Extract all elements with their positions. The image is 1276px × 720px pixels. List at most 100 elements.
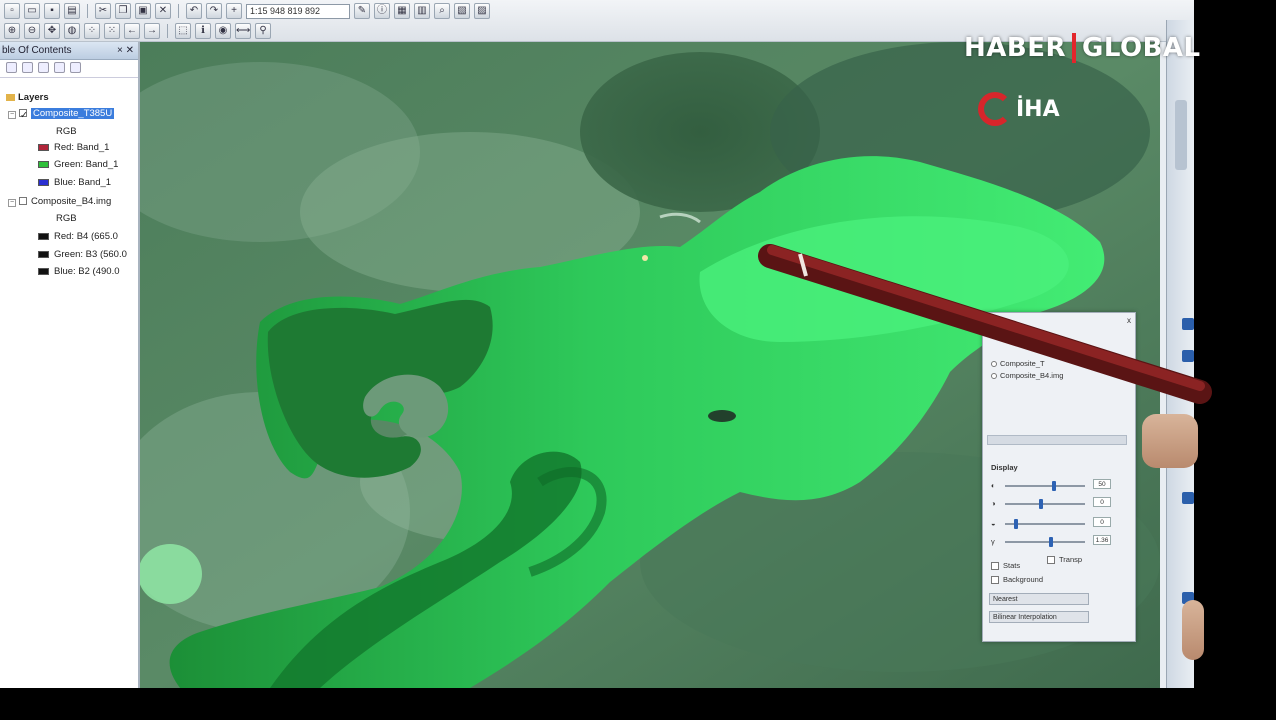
zoom-out-icon[interactable]: ⊖: [24, 23, 40, 39]
layer-visibility-checkbox[interactable]: [19, 197, 27, 206]
delete-icon[interactable]: ✕: [155, 3, 171, 19]
blue-swatch: [38, 267, 49, 275]
haber-global-logo: HABER GLOBAL: [964, 33, 1201, 63]
slider-value[interactable]: 50: [1093, 479, 1111, 489]
paste-icon[interactable]: ▣: [135, 3, 151, 19]
identify-icon[interactable]: ⓘ: [374, 3, 390, 19]
side-tool-icon[interactable]: [1182, 350, 1194, 362]
globe-icon[interactable]: ◉: [215, 23, 231, 39]
list-by-visibility-icon[interactable]: [38, 62, 49, 73]
info-icon[interactable]: ℹ: [195, 23, 211, 39]
close-icon[interactable]: x: [1127, 316, 1131, 325]
list-by-drawing-order-icon[interactable]: [6, 62, 17, 73]
contrast-slider[interactable]: [1005, 481, 1085, 491]
new-icon[interactable]: ▫: [4, 3, 20, 19]
dialog-layer-option[interactable]: Composite_B4.img: [991, 371, 1063, 380]
toolbar-divider: [178, 4, 179, 18]
dialog-layer-option[interactable]: Composite_T: [991, 359, 1045, 368]
brightness-slider[interactable]: [1005, 499, 1085, 509]
blue-swatch: [38, 178, 49, 186]
presenter-finger: [1182, 600, 1204, 660]
forward-extent-icon[interactable]: →: [144, 23, 160, 39]
interpolation-dropdown[interactable]: Bilinear Interpolation: [989, 611, 1089, 623]
measure-icon[interactable]: ⟷: [235, 23, 251, 39]
catalog-icon[interactable]: ▥: [414, 3, 430, 19]
slider-knob[interactable]: [1014, 519, 1019, 529]
layer-render-mode: RGB: [56, 126, 77, 137]
checkbox[interactable]: [991, 576, 999, 585]
undo-icon[interactable]: ↶: [186, 3, 202, 19]
transparency-slider[interactable]: [1005, 519, 1085, 529]
cut-icon[interactable]: ✂: [95, 3, 111, 19]
zoom-in-icon[interactable]: ⊕: [4, 23, 20, 39]
red-swatch: [38, 143, 49, 151]
slider-label: ◑: [991, 499, 996, 508]
stats-checkbox-row[interactable]: Stats: [991, 561, 1020, 571]
search-icon[interactable]: ⌕: [434, 3, 450, 19]
band-row-blue: Blue: B2 (490.0: [38, 266, 120, 277]
toc-options-icon[interactable]: [70, 62, 81, 73]
select-icon[interactable]: ⬚: [175, 23, 191, 39]
slider-knob[interactable]: [1052, 481, 1057, 491]
collapse-icon[interactable]: −: [8, 111, 16, 119]
iha-agency-logo: İHA: [978, 92, 1060, 126]
table-icon[interactable]: ▦: [394, 3, 410, 19]
logo-divider: [1071, 33, 1076, 63]
band-row-green: Green: Band_1: [38, 159, 118, 170]
radio-icon[interactable]: [991, 361, 997, 368]
collapse-icon[interactable]: −: [8, 199, 16, 207]
scrollbar-thumb[interactable]: [1175, 100, 1187, 170]
background-checkbox-row[interactable]: Background: [991, 575, 1043, 585]
slider-knob[interactable]: [1039, 499, 1044, 509]
slider-knob[interactable]: [1049, 537, 1054, 547]
toolbox-icon[interactable]: ▧: [454, 3, 470, 19]
python-icon[interactable]: ▨: [474, 3, 490, 19]
add-data-icon[interactable]: +: [226, 3, 242, 19]
table-of-contents-panel: ble Of Contents × ✕ Layers − ✓ Composite_T…: [0, 42, 140, 688]
side-tool-icon[interactable]: [1182, 492, 1194, 504]
band-row-green: Green: B3 (560.0: [38, 249, 127, 260]
print-icon[interactable]: ▤: [64, 3, 80, 19]
band-row-red: Red: Band_1: [38, 142, 109, 153]
fixed-zoom-out-icon[interactable]: ⁙: [104, 23, 120, 39]
radio-icon[interactable]: [991, 373, 997, 380]
redo-icon[interactable]: ↷: [206, 3, 222, 19]
full-extent-icon[interactable]: ◍: [64, 23, 80, 39]
gamma-slider[interactable]: [1005, 537, 1085, 547]
find-icon[interactable]: ⚲: [255, 23, 271, 39]
iha-ring-icon: [978, 92, 1012, 126]
side-tool-icon[interactable]: [1182, 318, 1194, 330]
layer-visibility-checkbox[interactable]: ✓: [19, 109, 28, 121]
band-row-red: Red: B4 (665.0: [38, 231, 118, 242]
toc-close-icon[interactable]: × ✕: [117, 42, 134, 60]
slider-value[interactable]: 1.36: [1093, 535, 1111, 545]
checkbox[interactable]: [1047, 556, 1055, 565]
layer-row-composite-t385u[interactable]: − ✓ Composite_T385U: [8, 107, 116, 121]
map-scale-input[interactable]: 1:15 948 819 892: [246, 3, 350, 19]
layers-folder-icon: [6, 93, 15, 101]
resampling-dropdown[interactable]: Nearest: [989, 593, 1089, 605]
layer-row-composite-b4[interactable]: − Composite_B4.img: [8, 196, 111, 207]
save-icon[interactable]: ▪: [44, 3, 60, 19]
slider-value[interactable]: 0: [1093, 517, 1111, 527]
slider-label: γ: [991, 537, 995, 546]
slider-label: ◒: [991, 519, 996, 528]
green-swatch: [38, 250, 49, 258]
copy-icon[interactable]: ❐: [115, 3, 131, 19]
fixed-zoom-in-icon[interactable]: ⁘: [84, 23, 100, 39]
transp-checkbox-row[interactable]: Transp: [1047, 555, 1082, 565]
layers-root[interactable]: Layers: [6, 92, 49, 103]
pan-icon[interactable]: ✥: [44, 23, 60, 39]
checkbox[interactable]: [991, 562, 999, 571]
layer-name[interactable]: Composite_T385U: [29, 107, 116, 120]
slider-value[interactable]: 0: [1093, 497, 1111, 507]
open-icon[interactable]: ▭: [24, 3, 40, 19]
list-by-source-icon[interactable]: [22, 62, 33, 73]
list-by-selection-icon[interactable]: [54, 62, 65, 73]
back-extent-icon[interactable]: ←: [124, 23, 140, 39]
toolbar-divider: [87, 4, 88, 18]
dialog-horizontal-scrollbar[interactable]: [987, 435, 1127, 445]
layer-name[interactable]: Composite_B4.img: [31, 196, 111, 207]
video-frame: ▫ ▭ ▪ ▤ ✂ ❐ ▣ ✕ ↶ ↷ + 1:15 948 819 892 ✎…: [0, 0, 1276, 720]
editor-icon[interactable]: ✎: [354, 3, 370, 19]
